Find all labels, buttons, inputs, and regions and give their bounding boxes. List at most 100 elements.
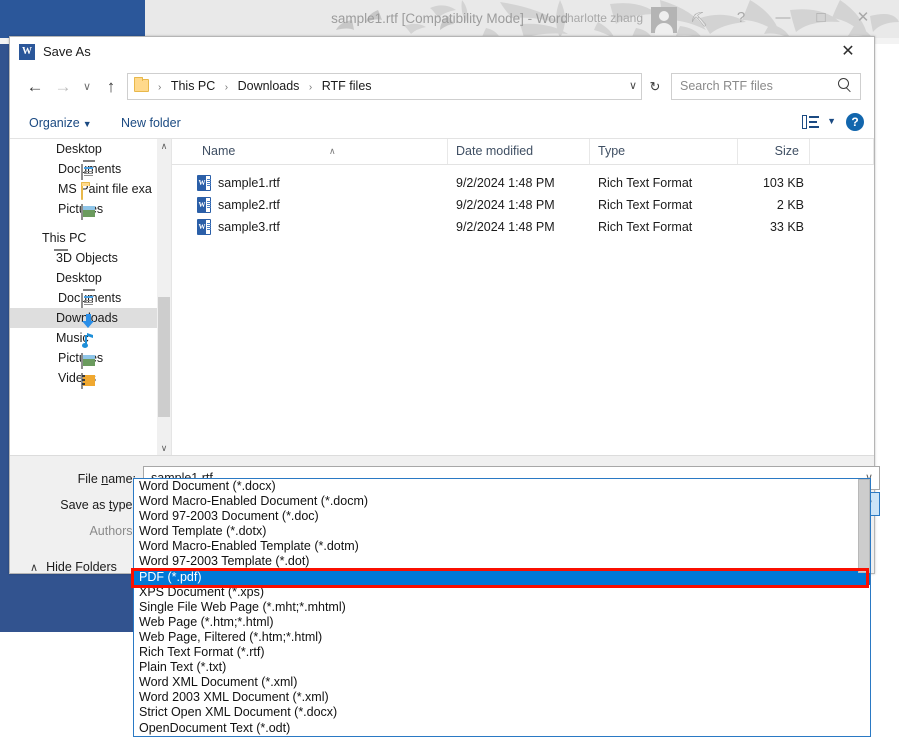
view-chevron-down-icon[interactable]: ▼ <box>827 116 836 126</box>
dropdown-option-rich-text-format-rtf[interactable]: Rich Text Format (*.rtf) <box>134 645 870 660</box>
hide-folders-label: Hide Folders <box>46 560 117 574</box>
type-cell: Rich Text Format <box>598 176 693 190</box>
sidebar-item-3d-objects[interactable]: 3D Objects <box>10 248 171 268</box>
sidebar-item-documents[interactable]: Documents <box>10 288 171 309</box>
sidebar-item-label: MS Paint file exa <box>58 182 152 196</box>
help-icon[interactable]: ? <box>846 113 864 131</box>
dropdown-option-word-xml-document-xml[interactable]: Word XML Document (*.xml) <box>134 675 870 690</box>
dropdown-option-word-97-2003-document-doc[interactable]: Word 97-2003 Document (*.doc) <box>134 509 870 524</box>
sidebar-item-desktop[interactable]: Desktop <box>10 268 171 288</box>
address-bar[interactable]: › This PC › Downloads › RTF files <box>127 73 642 100</box>
back-button[interactable]: ← <box>22 74 48 100</box>
recent-locations-chevron-down-icon[interactable]: ∨ <box>78 74 96 100</box>
table-row[interactable]: Wsample3.rtf 9/2/2024 1:48 PM Rich Text Fo… <box>172 216 874 238</box>
scroll-down-icon[interactable]: ∨ <box>157 441 171 455</box>
dropdown-option-plain-text-txt[interactable]: Plain Text (*.txt) <box>134 660 870 675</box>
command-bar: Organize ▼ New folder ▼ ? <box>10 107 874 139</box>
dropdown-option-single-file-web-page-mht-mhtml[interactable]: Single File Web Page (*.mht;*.mhtml) <box>134 600 870 615</box>
date-modified-cell: 9/2/2024 1:48 PM <box>456 198 555 212</box>
sidebar-item-pictures[interactable]: Pictures <box>10 348 171 369</box>
file-list: Name ∧ Date modified Type Size Wsample1.… <box>172 139 874 455</box>
breadcrumb: › This PC › Downloads › RTF files <box>154 74 374 99</box>
sidebar-item-label: 3D Objects <box>56 251 118 265</box>
dropdown-option-web-page-filtered-htm-html[interactable]: Web Page, Filtered (*.htm;*.html) <box>134 630 870 645</box>
sidebar-item-pictures[interactable]: Pictures <box>10 199 171 220</box>
column-header-size[interactable]: Size <box>738 139 810 164</box>
sidebar-item-label: Desktop <box>56 142 102 156</box>
help-icon[interactable]: ? <box>729 8 753 28</box>
column-header-type[interactable]: Type <box>590 139 738 164</box>
word-account-name[interactable]: charlotte zhang <box>561 11 643 25</box>
forward-button[interactable]: → <box>50 74 76 100</box>
new-folder-button[interactable]: New folder <box>115 111 187 135</box>
dropdown-scrollbar[interactable] <box>858 479 870 573</box>
rtf-document-icon: W <box>197 219 211 235</box>
close-button[interactable]: ✕ <box>851 8 875 28</box>
dropdown-option-opendocument-text-odt[interactable]: OpenDocument Text (*.odt) <box>134 721 870 736</box>
sidebar-item-music[interactable]: Music <box>10 328 171 348</box>
dialog-close-button[interactable]: ✕ <box>828 39 868 65</box>
scroll-up-icon[interactable]: ∧ <box>157 139 171 153</box>
dropdown-option-xps-document-xps[interactable]: XPS Document (*.xps) <box>134 585 870 600</box>
rtf-document-icon: W <box>197 175 211 191</box>
sidebar-item-label: Desktop <box>56 271 102 285</box>
organize-button[interactable]: Organize ▼ <box>23 111 98 135</box>
sidebar-item-this-pc[interactable]: This PC <box>10 228 171 248</box>
pictures-icon <box>81 204 83 220</box>
folder-icon <box>81 184 83 200</box>
dropdown-option-web-page-htm-html[interactable]: Web Page (*.htm;*.html) <box>134 615 870 630</box>
refresh-icon[interactable]: ↻ <box>644 73 666 100</box>
minimize-button[interactable]: — <box>771 8 795 28</box>
breadcrumb-item-rtf-files[interactable]: RTF files <box>320 79 374 93</box>
breadcrumb-item-downloads[interactable]: Downloads <box>236 79 302 93</box>
breadcrumb-item-this-pc[interactable]: This PC <box>169 79 217 93</box>
change-view-icon[interactable] <box>802 115 819 129</box>
size-cell: 103 KB <box>762 176 804 190</box>
save-as-type-dropdown-list[interactable]: Word Document (*.docx) Word Macro-Enabled… <box>133 478 871 737</box>
column-header-date-modified[interactable]: Date modified <box>448 139 590 164</box>
size-cell: 33 KB <box>769 220 804 234</box>
table-row[interactable]: Wsample1.rtf 9/2/2024 1:48 PM Rich Text Fo… <box>172 172 874 194</box>
avatar[interactable] <box>651 7 677 35</box>
save-as-type-label: Save as type: <box>60 498 136 512</box>
word-title-bar: sample1.rtf [Compatibility Mode] - Word … <box>0 0 899 38</box>
sidebar-item-downloads[interactable]: Downloads <box>10 308 171 328</box>
dropdown-option-pdf-pdf[interactable]: PDF (*.pdf) <box>134 569 870 585</box>
address-chevron-down-icon[interactable]: ∨ <box>622 73 644 100</box>
file-name-cell: sample2.rtf <box>218 198 280 212</box>
scrollbar-thumb[interactable] <box>158 297 170 417</box>
table-row[interactable]: Wsample2.rtf 9/2/2024 1:48 PM Rich Text Fo… <box>172 194 874 216</box>
maximize-button[interactable]: □ <box>809 8 833 28</box>
search-icon[interactable] <box>838 78 853 93</box>
dropdown-option-word-97-2003-template-dot[interactable]: Word 97-2003 Template (*.dot) <box>134 554 870 569</box>
dropdown-scrollbar-thumb[interactable] <box>858 479 870 573</box>
dropdown-option-strict-open-xml-document-docx[interactable]: Strict Open XML Document (*.docx) <box>134 705 870 720</box>
dropdown-option-word-macro-enabled-document-docm[interactable]: Word Macro-Enabled Document (*.docm) <box>134 494 870 509</box>
chevron-up-icon: ∧ <box>30 562 39 574</box>
dropdown-option-word-macro-enabled-template-dotm[interactable]: Word Macro-Enabled Template (*.dotm) <box>134 539 870 554</box>
sidebar-item-videos[interactable]: Videos <box>10 368 171 389</box>
rtf-document-icon: W <box>197 197 211 213</box>
authors-label: Authors: <box>89 524 136 538</box>
sidebar-item-documents[interactable]: Documents <box>10 159 171 180</box>
pictures-icon <box>81 353 83 369</box>
dropdown-option-word-template-dotx[interactable]: Word Template (*.dotx) <box>134 524 870 539</box>
navigation-scrollbar[interactable]: ∧ ∨ <box>157 139 171 455</box>
sidebar-item-label: This PC <box>42 231 87 245</box>
sidebar-item-desktop[interactable]: Desktop <box>10 139 171 159</box>
word-title-text: sample1.rtf [Compatibility Mode] - Word <box>331 11 568 26</box>
dropdown-option-word-2003-xml-document-xml[interactable]: Word 2003 XML Document (*.xml) <box>134 690 870 705</box>
navigation-items: Desktop Documents MS Paint file exa Picture… <box>10 139 171 389</box>
breadcrumb-separator: › <box>224 82 229 93</box>
up-button[interactable]: ↑ <box>98 74 124 100</box>
column-header-name[interactable]: Name ∧ <box>194 139 448 164</box>
type-cell: Rich Text Format <box>598 220 693 234</box>
navigation-pane: Desktop Documents MS Paint file exa Picture… <box>10 139 171 455</box>
share-icon[interactable]: ⛏ <box>687 9 711 29</box>
hide-folders-button[interactable]: ∧ Hide Folders <box>30 560 117 574</box>
dropdown-option-word-document-docx[interactable]: Word Document (*.docx) <box>134 479 870 494</box>
date-modified-cell: 9/2/2024 1:48 PM <box>456 220 555 234</box>
sidebar-item-ms-paint-file-exa[interactable]: MS Paint file exa <box>10 179 171 200</box>
search-input[interactable]: Search RTF files <box>671 73 861 100</box>
dialog-title-bar: W Save As ✕ <box>10 37 874 67</box>
